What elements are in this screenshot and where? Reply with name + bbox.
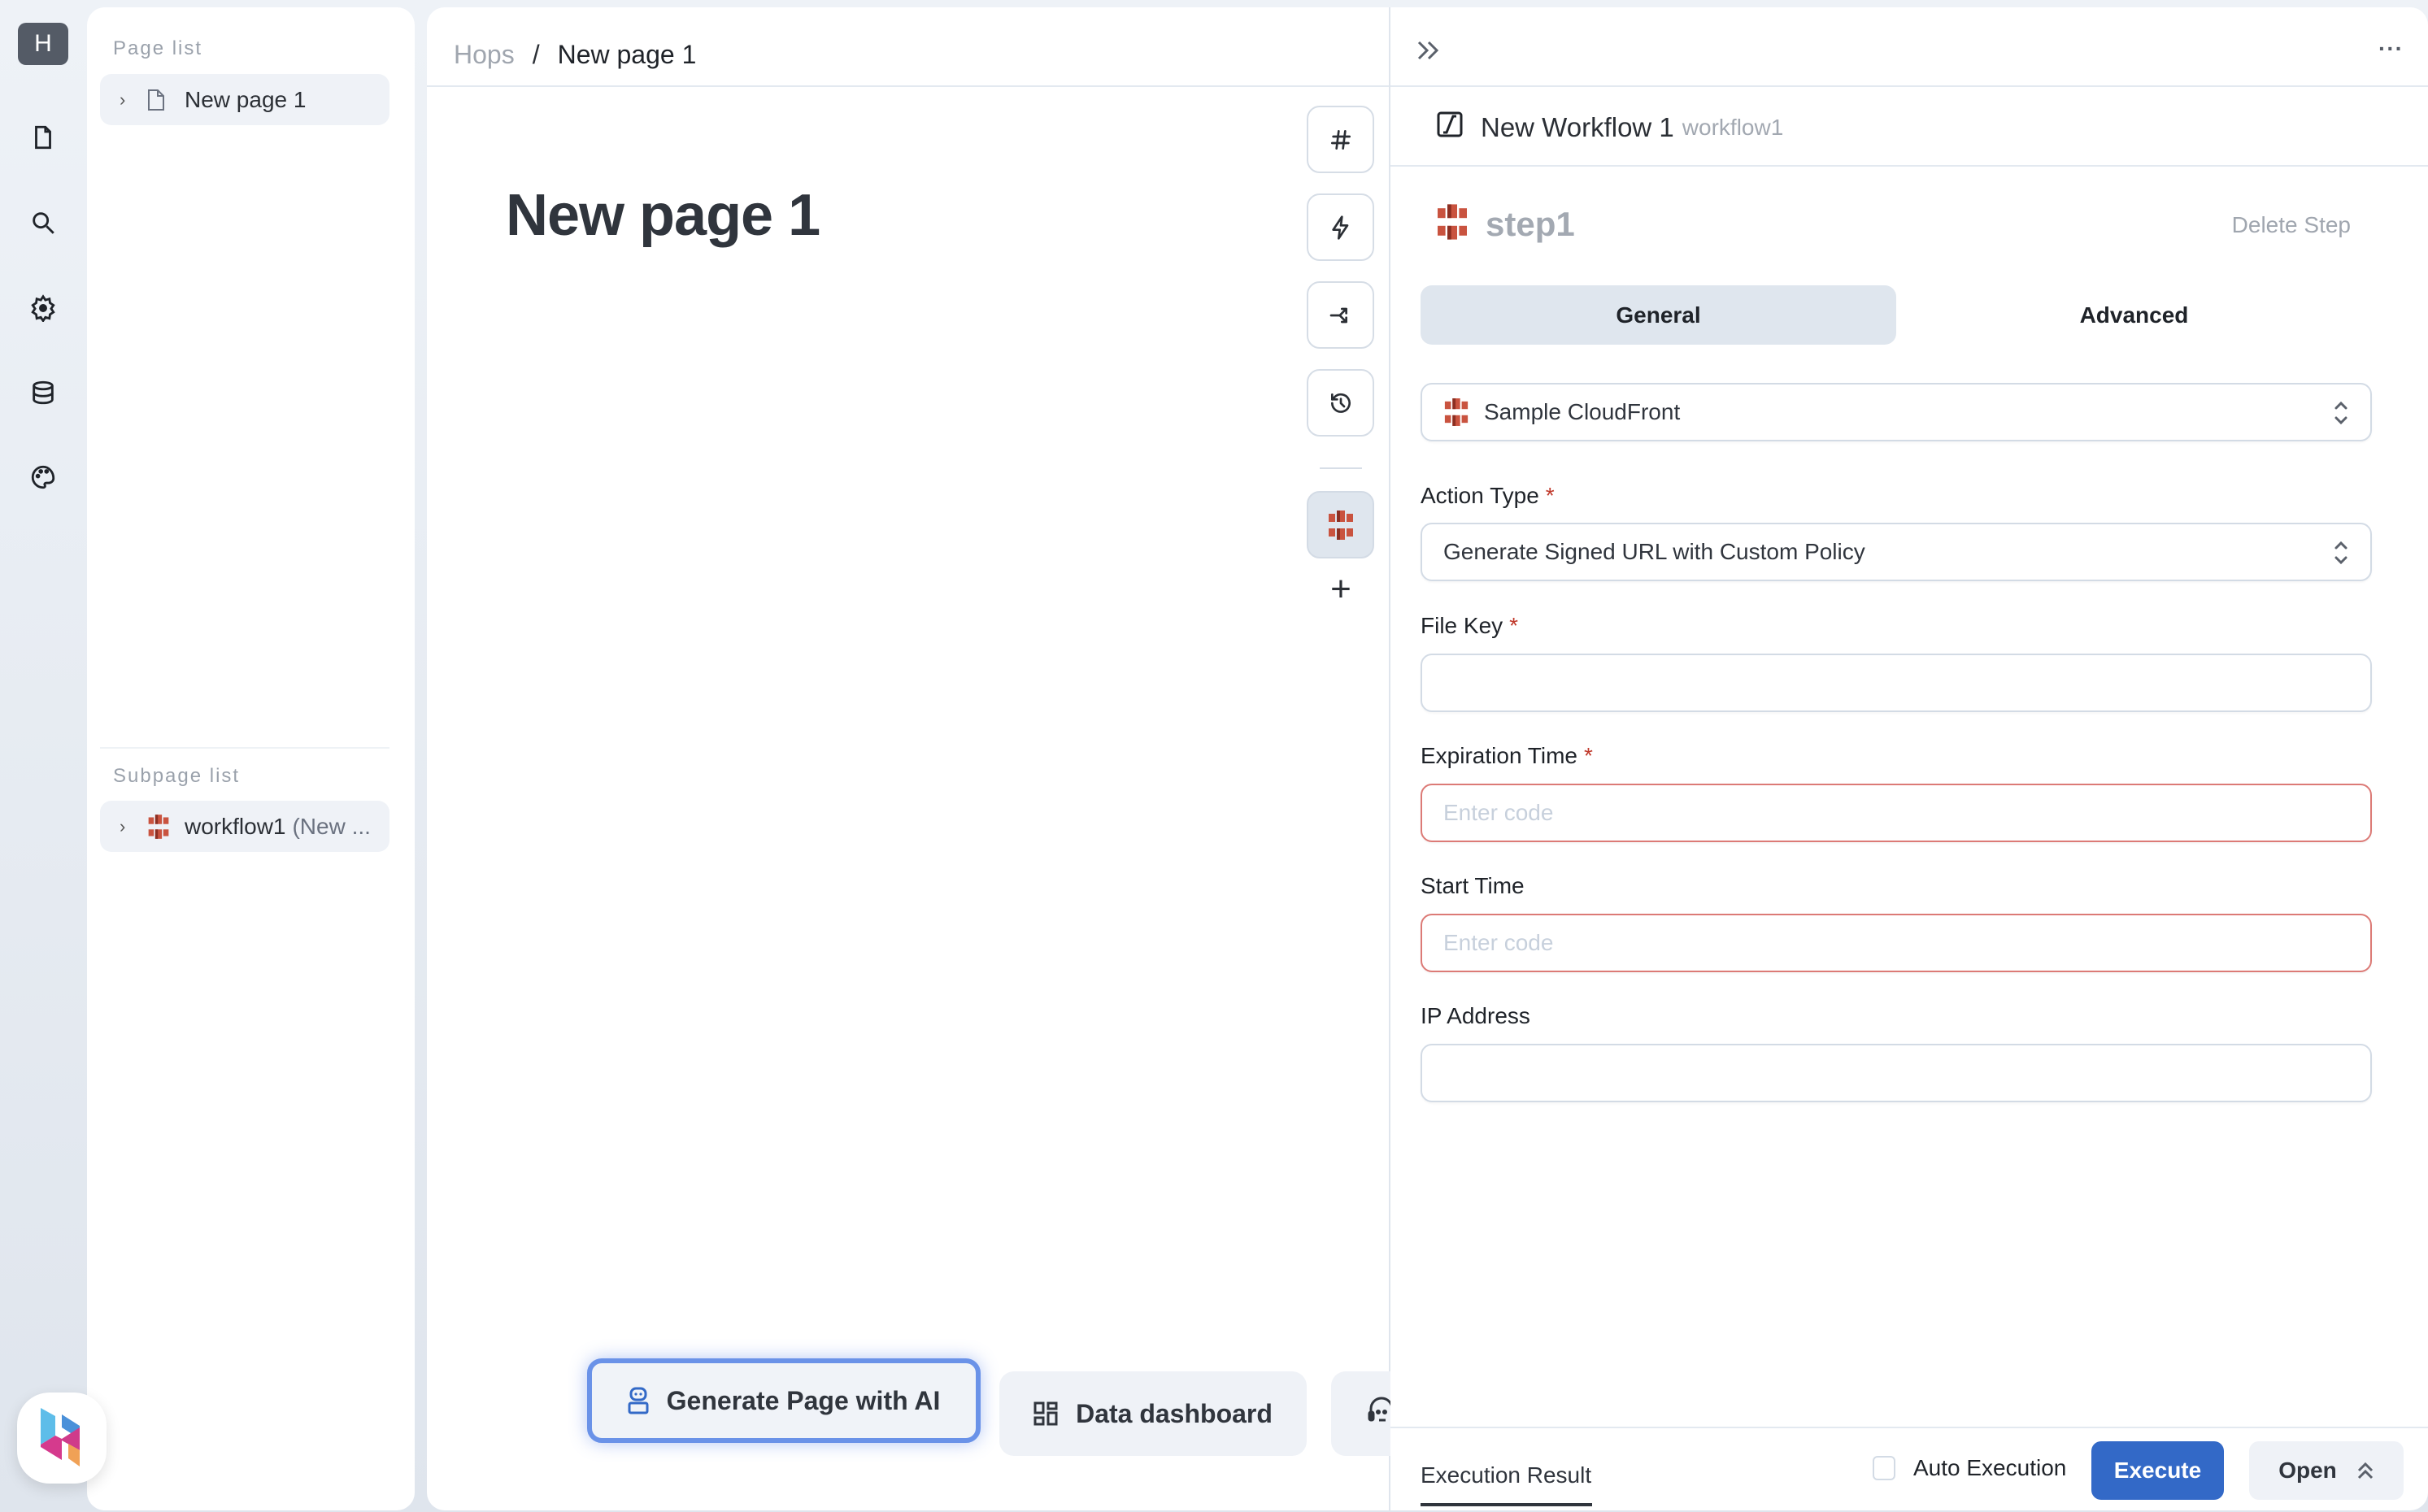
tab-advanced[interactable]: Advanced [1896, 285, 2372, 345]
tools-divider [1320, 467, 1362, 469]
workflow-name[interactable]: New Workflow 1 [1481, 112, 1674, 143]
resource-select-value: Sample CloudFront [1484, 399, 1681, 424]
start-time-input[interactable]: Enter code [1421, 914, 2372, 972]
trigger-tool-button[interactable] [1307, 193, 1374, 261]
chevron-right-icon[interactable]: › [120, 89, 131, 111]
page-list-panel: Page list › New page 1 Subpage list › wo… [87, 7, 415, 1510]
hops-logo-button[interactable] [17, 1393, 107, 1484]
step-name[interactable]: step1 [1486, 205, 1575, 244]
generate-page-with-ai-label: Generate Page with AI [666, 1385, 941, 1415]
header-divider [427, 85, 1389, 87]
branch-arrow-icon [1329, 307, 1347, 323]
start-time-label: Start Time [1421, 873, 1525, 898]
auto-execution-label: Auto Execution [1913, 1455, 2067, 1480]
subpage-list-title: Subpage list [113, 765, 241, 787]
subpage-list-item[interactable]: › workflow1 (New ... [100, 801, 389, 852]
resource-select[interactable]: Sample CloudFront [1421, 383, 2372, 441]
page-editor-panel: Hops / New page 1 New page 1 + Generate … [427, 7, 1429, 1510]
gear-icon[interactable] [28, 293, 59, 324]
workspace-avatar[interactable]: H [18, 23, 68, 65]
dashboard-grid-icon [1033, 1401, 1058, 1426]
workflow-title-divider [1390, 165, 2428, 167]
plus-icon: + [1330, 569, 1351, 609]
chevron-right-icon[interactable]: › [120, 816, 131, 837]
ellipsis-icon: ··· [2378, 36, 2404, 61]
required-marker: * [1545, 483, 1555, 508]
required-marker: * [1509, 613, 1519, 638]
page-list-item-label: New page 1 [185, 86, 307, 112]
workflow-icon [1437, 111, 1463, 144]
double-chevron-up-icon [2356, 1461, 2374, 1480]
history-tool-button[interactable] [1307, 369, 1374, 437]
more-options-button[interactable]: ··· [2378, 36, 2404, 62]
double-chevron-right-icon [1417, 41, 1439, 60]
breadcrumb-current[interactable]: New page 1 [558, 40, 697, 70]
page-list-title: Page list [113, 37, 203, 59]
footer-divider [1390, 1427, 2428, 1428]
data-dashboard-button[interactable]: Data dashboard [999, 1371, 1307, 1456]
breadcrumb-separator: / [532, 39, 540, 69]
left-rail: H [0, 0, 87, 1512]
aws-cloudfront-icon [147, 813, 170, 841]
data-dashboard-label: Data dashboard [1076, 1398, 1273, 1428]
required-marker: * [1583, 743, 1593, 768]
aws-cloudfront-icon [1443, 397, 1469, 428]
action-type-select[interactable]: Generate Signed URL with Custom Policy [1421, 523, 2372, 581]
panel-header-divider [1390, 85, 2428, 87]
subpage-list-item-label: workflow1 [185, 813, 286, 839]
subpage-list-item-suffix: (New ... [292, 813, 371, 839]
branch-tool-button[interactable] [1307, 281, 1374, 349]
execution-result-tab-indicator [1421, 1503, 1592, 1506]
execution-result-tab[interactable]: Execution Result [1421, 1462, 1591, 1488]
action-type-label: Action Type * [1421, 483, 1555, 508]
tab-general[interactable]: General [1421, 285, 1896, 345]
aws-cloudfront-icon [1435, 202, 1469, 245]
history-icon [1330, 393, 1351, 413]
step-tabs: General Advanced [1421, 285, 2372, 345]
open-results-label: Open [2278, 1458, 2337, 1483]
ip-address-input[interactable] [1421, 1044, 2372, 1102]
step-header: step1 [1435, 202, 1575, 245]
expiration-time-placeholder: Enter code [1443, 800, 1554, 825]
hash-icon [1330, 129, 1351, 150]
page-icon[interactable] [28, 122, 59, 153]
section-divider [100, 747, 389, 749]
page-list-item[interactable]: › New page 1 [100, 74, 389, 125]
ip-address-label: IP Address [1421, 1003, 1530, 1028]
delete-step-button[interactable]: Delete Step [2232, 212, 2351, 238]
file-key-label: File Key * [1421, 613, 1519, 638]
search-icon[interactable] [28, 207, 59, 238]
action-type-value: Generate Signed URL with Custom Policy [1443, 539, 1865, 564]
hops-logo [41, 1408, 80, 1466]
chevron-up-down-icon [2333, 537, 2349, 568]
breadcrumb-root[interactable]: Hops [454, 40, 515, 70]
page-title[interactable]: New page 1 [506, 182, 820, 249]
auto-execution-toggle[interactable]: Auto Execution [1873, 1455, 2066, 1481]
lightning-icon [1331, 215, 1348, 240]
hash-tool-button[interactable] [1307, 106, 1374, 173]
chevron-up-down-icon [2333, 398, 2349, 428]
database-icon[interactable] [28, 377, 59, 408]
open-results-button[interactable]: Open [2249, 1441, 2404, 1500]
workflow-panel: ··· New Workflow 1 workflow1 step1 Delet… [1390, 7, 2428, 1510]
breadcrumb: Hops / New page 1 [454, 30, 696, 79]
file-icon [147, 86, 170, 114]
aws-cloudfront-icon [1328, 510, 1353, 540]
cloudfront-step-button[interactable] [1307, 491, 1374, 558]
workflow-title: New Workflow 1 workflow1 [1437, 111, 1783, 144]
start-time-placeholder: Enter code [1443, 930, 1554, 955]
expiration-time-label: Expiration Time * [1421, 743, 1593, 768]
execute-button[interactable]: Execute [2091, 1441, 2224, 1500]
auto-execution-checkbox[interactable] [1873, 1456, 1895, 1480]
collapse-panel-button[interactable] [1412, 34, 1445, 67]
expiration-time-input[interactable]: Enter code [1421, 784, 2372, 842]
generate-page-with-ai-button[interactable]: Generate Page with AI [587, 1358, 981, 1443]
workflow-id: workflow1 [1682, 115, 1784, 140]
robot-icon [628, 1387, 649, 1414]
file-key-input[interactable] [1421, 654, 2372, 712]
palette-icon[interactable] [28, 462, 59, 493]
add-step-button[interactable]: + [1320, 568, 1362, 610]
